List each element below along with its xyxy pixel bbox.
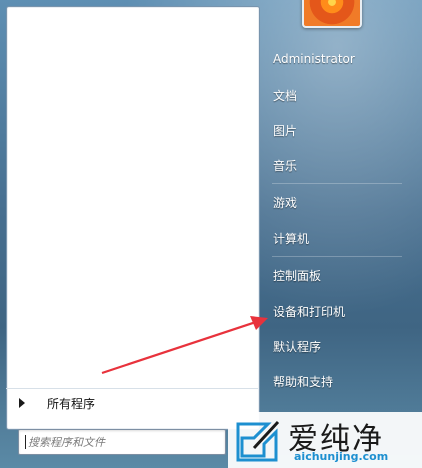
watermark: 爱纯净 aichunjing.com <box>228 412 422 468</box>
watermark-url: aichunjing.com <box>294 450 389 463</box>
red-arrow-annotation <box>101 316 268 375</box>
aichunjing-logo-icon <box>236 420 280 462</box>
start-menu-frame: 所有程序 Administrator 文档 图片 音乐 游戏 计算机 控制面板 … <box>0 0 422 468</box>
